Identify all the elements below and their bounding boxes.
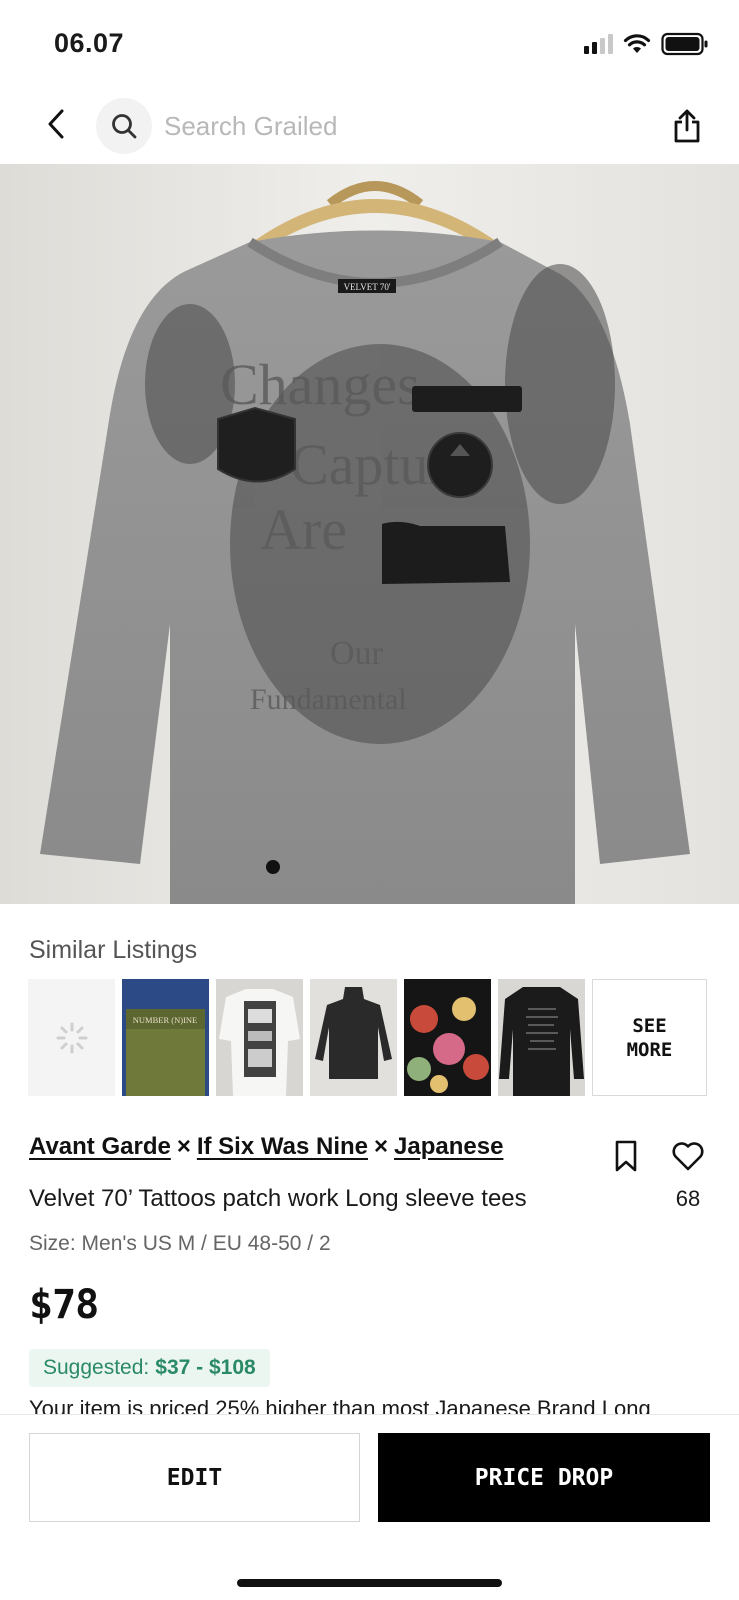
carousel-indicator[interactable] <box>266 860 280 874</box>
jacket-thumbnail: NUMBER (N)INE <box>122 979 209 1096</box>
product-photo: VELVET 70' Changes Capture Are Our Funda… <box>0 164 739 904</box>
loading-spinner-icon <box>56 1022 87 1053</box>
print-word: Changes <box>220 352 420 417</box>
similar-listing-thumbnail[interactable] <box>498 979 585 1096</box>
edit-button[interactable]: EDIT <box>29 1433 360 1522</box>
share-button[interactable] <box>665 102 709 150</box>
designer-links: Avant Garde × If Six Was Nine × Japanese <box>29 1133 503 1161</box>
similar-listing-thumbnail[interactable] <box>404 979 491 1096</box>
search-bar[interactable] <box>96 98 616 154</box>
listing-title: Velvet 70’ Tattoos patch work Long sleev… <box>29 1185 527 1212</box>
search-input[interactable] <box>164 110 604 142</box>
similar-listing-loading[interactable] <box>28 979 115 1096</box>
favorite-button[interactable] <box>670 1138 706 1174</box>
designer-link[interactable]: Avant Garde <box>29 1133 171 1160</box>
similar-listing-thumbnail[interactable] <box>310 979 397 1096</box>
tee-thumbnail <box>216 979 303 1096</box>
status-time: 06.07 <box>54 28 125 58</box>
black-longsleeve-thumbnail <box>498 979 585 1096</box>
designer-link[interactable]: Japanese <box>394 1133 503 1160</box>
favorite-count: 68 <box>675 1186 701 1211</box>
heart-icon <box>672 1142 704 1171</box>
wifi-icon <box>623 34 651 53</box>
similar-listing-thumbnail[interactable]: NUMBER (N)INE <box>122 979 209 1096</box>
designer-link[interactable]: If Six Was Nine <box>197 1133 368 1160</box>
see-more-button[interactable]: SEE MORE <box>592 979 707 1096</box>
price-drop-button[interactable]: PRICE DROP <box>378 1433 710 1522</box>
print-word: Are <box>260 497 347 562</box>
similar-listings-title: Similar Listings <box>29 936 198 964</box>
suggested-label: Suggested: <box>43 1356 150 1379</box>
chevron-left-icon <box>48 109 64 139</box>
floral-shirt-thumbnail <box>404 979 491 1096</box>
similar-listings-row: NUMBER (N)INE SEE MORE <box>28 979 707 1096</box>
product-image-carousel[interactable]: VELVET 70' Changes Capture Are Our Funda… <box>0 164 739 904</box>
search-icon <box>96 98 152 154</box>
save-listing-button[interactable] <box>610 1138 642 1174</box>
cellular-signal-icon <box>584 34 613 54</box>
turtleneck-thumbnail <box>310 979 397 1096</box>
similar-listing-thumbnail[interactable] <box>216 979 303 1096</box>
nav-bar <box>0 88 739 164</box>
suggested-price-badge: Suggested: $37 - $108 <box>29 1349 270 1387</box>
bottom-action-bar: EDIT PRICE DROP <box>0 1414 739 1600</box>
battery-icon <box>661 32 708 56</box>
suggested-range: $37 - $108 <box>155 1356 256 1379</box>
designer-separator: × <box>374 1133 389 1160</box>
listing-size: Size: Men's US M / EU 48-50 / 2 <box>29 1232 331 1255</box>
neck-label: VELVET 70' <box>344 282 391 292</box>
print-word: Fundamental <box>250 683 407 716</box>
pricing-note: Your item is priced 25% higher than most… <box>29 1396 651 1416</box>
print-word: Our <box>330 635 384 672</box>
share-icon <box>674 109 700 143</box>
thumbnail-print: NUMBER (N)INE <box>133 1015 197 1025</box>
bookmark-icon <box>615 1140 637 1172</box>
listing-price: $78 <box>29 1282 99 1328</box>
status-bar: 06.07 <box>0 0 739 88</box>
back-button[interactable] <box>36 102 76 146</box>
home-indicator[interactable] <box>237 1579 502 1587</box>
designer-separator: × <box>176 1133 191 1160</box>
status-icons <box>584 32 709 56</box>
